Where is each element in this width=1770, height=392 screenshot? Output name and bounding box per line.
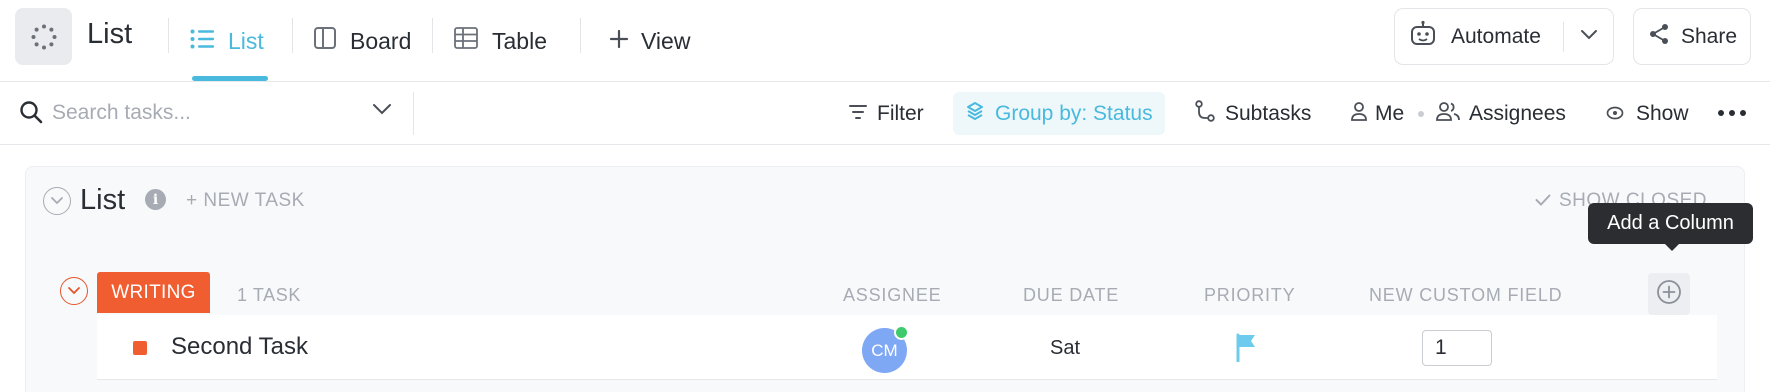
divider bbox=[413, 92, 414, 135]
page-title: List bbox=[87, 18, 133, 50]
more-options-icon[interactable] bbox=[1718, 98, 1746, 128]
active-tab-indicator bbox=[192, 76, 268, 81]
column-header-priority[interactable]: PRIORITY bbox=[1204, 285, 1295, 306]
collapse-list-icon[interactable] bbox=[43, 187, 71, 215]
group-by-button[interactable]: Group by: Status bbox=[953, 92, 1165, 135]
automate-label: Automate bbox=[1451, 24, 1541, 48]
list-title: List bbox=[80, 184, 126, 216]
info-icon[interactable]: i bbox=[145, 189, 166, 210]
task-status-square[interactable] bbox=[133, 341, 147, 355]
tab-board-label: Board bbox=[350, 27, 412, 54]
divider bbox=[292, 18, 293, 53]
me-label: Me bbox=[1375, 101, 1405, 125]
table-icon bbox=[454, 27, 478, 55]
me-filter-button[interactable]: Me bbox=[1351, 92, 1404, 135]
automate-button[interactable]: Automate bbox=[1395, 9, 1563, 64]
assignees-label: Assignees bbox=[1469, 101, 1566, 125]
show-label: Show bbox=[1636, 101, 1689, 125]
chevron-down-icon bbox=[1580, 28, 1598, 46]
list-icon bbox=[190, 28, 214, 55]
search-input[interactable] bbox=[52, 96, 352, 130]
filter-icon bbox=[849, 102, 867, 126]
column-header-due-date[interactable]: DUE DATE bbox=[1023, 285, 1119, 306]
plus-circle-icon bbox=[1656, 279, 1682, 310]
subtasks-icon bbox=[1195, 99, 1215, 128]
tooltip-arrow bbox=[1664, 243, 1680, 251]
new-task-button[interactable]: + NEW TASK bbox=[186, 190, 305, 212]
due-date-value[interactable]: Sat bbox=[1050, 337, 1080, 360]
automate-button-group: Automate bbox=[1394, 8, 1614, 65]
group-by-label: Group by: Status bbox=[995, 101, 1153, 125]
divider bbox=[580, 18, 581, 53]
separator-dot bbox=[1418, 111, 1424, 117]
plus-icon bbox=[609, 28, 629, 55]
column-header-assignee[interactable]: ASSIGNEE bbox=[843, 285, 941, 306]
tab-list[interactable]: List bbox=[190, 0, 264, 82]
add-view-button[interactable]: View bbox=[609, 0, 690, 82]
table-row[interactable]: Second Task CM Sat bbox=[97, 315, 1717, 380]
tab-list-label: List bbox=[228, 27, 264, 54]
automate-dropdown[interactable] bbox=[1564, 9, 1613, 64]
users-icon bbox=[1436, 101, 1460, 127]
search-icon bbox=[19, 100, 43, 129]
divider bbox=[168, 18, 169, 53]
filter-label: Filter bbox=[877, 101, 924, 125]
top-header: List List Board Table View Automate Shar… bbox=[0, 0, 1770, 82]
tab-board[interactable]: Board bbox=[314, 0, 411, 82]
divider bbox=[432, 18, 433, 53]
checkmark-icon bbox=[1535, 190, 1551, 212]
add-view-label: View bbox=[641, 27, 691, 54]
priority-flag-icon[interactable] bbox=[1235, 332, 1257, 367]
task-name[interactable]: Second Task bbox=[171, 333, 308, 361]
column-header-custom-field[interactable]: NEW CUSTOM FIELD bbox=[1369, 285, 1562, 306]
add-column-tooltip: Add a Column bbox=[1588, 203, 1753, 244]
subtasks-button[interactable]: Subtasks bbox=[1195, 92, 1311, 135]
show-button[interactable]: Show bbox=[1606, 92, 1689, 135]
user-icon bbox=[1351, 101, 1367, 127]
share-icon bbox=[1649, 23, 1669, 51]
tab-table-label: Table bbox=[492, 27, 547, 54]
eye-icon bbox=[1606, 102, 1624, 126]
layers-icon bbox=[965, 101, 985, 127]
tab-table[interactable]: Table bbox=[454, 0, 547, 82]
share-button[interactable]: Share bbox=[1633, 8, 1751, 65]
space-icon[interactable] bbox=[15, 8, 72, 65]
online-status-dot bbox=[894, 325, 909, 340]
filter-button[interactable]: Filter bbox=[849, 92, 924, 135]
toolbar: Filter Group by: Status Subtasks Me Assi… bbox=[0, 82, 1770, 145]
board-icon bbox=[314, 27, 336, 55]
robot-icon bbox=[1409, 20, 1437, 54]
chevron-down-icon[interactable] bbox=[372, 102, 392, 121]
share-label: Share bbox=[1681, 24, 1738, 48]
status-badge[interactable]: WRITING bbox=[97, 272, 210, 313]
task-count: 1 TASK bbox=[237, 285, 301, 305]
assignees-button[interactable]: Assignees bbox=[1436, 92, 1566, 135]
collapse-group-icon[interactable] bbox=[60, 277, 88, 305]
subtasks-label: Subtasks bbox=[1225, 101, 1312, 125]
list-content: List i + NEW TASK SHOW CLOSED Add a Colu… bbox=[0, 146, 1770, 392]
custom-field-number-input[interactable] bbox=[1422, 330, 1492, 366]
add-column-button[interactable] bbox=[1648, 273, 1690, 315]
